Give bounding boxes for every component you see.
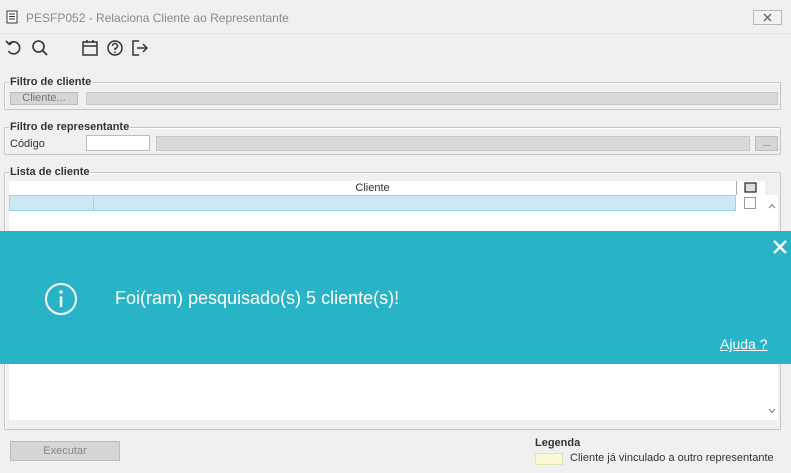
notification-banner: Foi(ram) pesquisado(s) 5 cliente(s)! Aju… — [0, 231, 791, 364]
search-icon[interactable] — [30, 38, 50, 58]
help-link[interactable]: Ajuda ? — [720, 336, 767, 352]
exit-icon[interactable] — [130, 38, 150, 58]
client-button[interactable]: Cliente... — [10, 92, 78, 105]
client-name-field — [86, 92, 778, 105]
code-label: Código — [10, 138, 45, 150]
select-all-column-header[interactable] — [736, 181, 765, 195]
legend-title: Legenda — [535, 437, 581, 449]
help-icon[interactable] — [105, 38, 125, 58]
title-bar: PESFP052 - Relaciona Cliente ao Represen… — [0, 0, 791, 34]
rep-search-button[interactable]: ... — [755, 136, 778, 151]
close-icon[interactable] — [771, 238, 789, 256]
chevron-up-icon[interactable] — [766, 199, 778, 213]
client-list-legend: Lista de cliente — [10, 166, 90, 178]
table-row[interactable] — [9, 195, 736, 211]
legend-swatch — [535, 453, 563, 465]
code-input[interactable] — [86, 135, 150, 151]
window-close-button[interactable] — [753, 10, 782, 25]
column-header-cliente[interactable]: Cliente — [9, 181, 736, 196]
ellipsis-label: ... — [762, 138, 771, 148]
legend-item-label: Cliente já vinculado a outro representan… — [570, 452, 774, 464]
toolbar — [0, 36, 791, 60]
execute-button[interactable]: Executar — [10, 441, 120, 461]
close-icon — [763, 13, 772, 22]
rep-filter-legend: Filtro de representante — [10, 121, 130, 133]
info-icon — [45, 283, 77, 315]
rep-name-field — [156, 136, 750, 151]
row-checkbox[interactable] — [744, 197, 756, 209]
notification-message: Foi(ram) pesquisado(s) 5 cliente(s)! — [115, 288, 400, 308]
undo-icon[interactable] — [4, 38, 24, 58]
calendar-icon[interactable] — [80, 38, 100, 58]
chevron-down-icon[interactable] — [766, 404, 778, 418]
checkbox-icon — [744, 182, 757, 193]
window-title: PESFP052 - Relaciona Cliente ao Represen… — [26, 11, 289, 25]
row-divider — [93, 196, 94, 210]
client-filter-legend: Filtro de cliente — [10, 76, 92, 88]
document-icon — [6, 10, 18, 24]
